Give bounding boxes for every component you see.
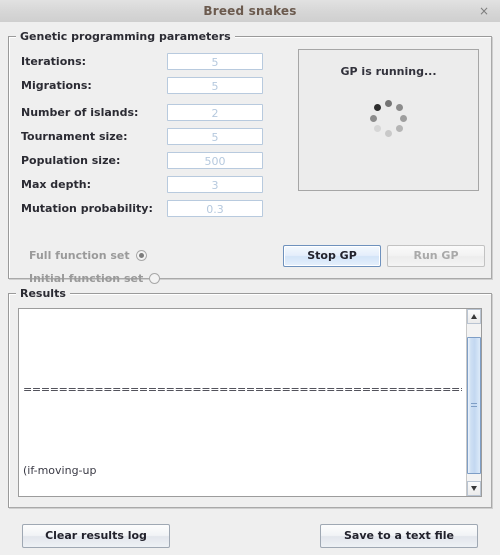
scrollbar-grip-icon — [471, 402, 477, 409]
gp-status-box: GP is running... — [298, 49, 479, 191]
parameter-fields-group: Iterations: 5 Migrations: 5 Number of is… — [21, 51, 291, 222]
spinner-dot — [395, 103, 403, 111]
max-depth-input[interactable]: 3 — [167, 176, 263, 193]
mutation-probability-input[interactable]: 0.3 — [167, 200, 263, 217]
param-label-mutation-probability: Mutation probability: — [21, 202, 153, 215]
radio-label-initial-function-set: Initial function set — [29, 271, 144, 285]
radio-label-full-function-set: Full function set — [29, 248, 130, 262]
results-panel: Results ================================… — [8, 287, 492, 508]
spinner-dot — [395, 125, 403, 133]
results-vertical-scrollbar[interactable] — [466, 309, 481, 496]
results-panel-legend: Results — [16, 287, 70, 300]
bottom-button-bar: Clear results log Save to a text file — [8, 524, 492, 548]
loading-spinner-icon — [369, 98, 409, 138]
radio-button-icon-full-function-set[interactable] — [135, 249, 147, 261]
spinner-dot — [374, 125, 382, 133]
radio-full-function-set[interactable]: Full function set — [29, 245, 160, 265]
scrollbar-thumb[interactable] — [467, 337, 481, 474]
save-to-text-file-button[interactable]: Save to a text file — [320, 524, 478, 548]
results-textarea[interactable]: ========================================… — [18, 308, 482, 497]
param-label-migrations: Migrations: — [21, 79, 92, 92]
log-blank-line — [23, 423, 462, 437]
param-row-migrations: Migrations: 5 — [21, 75, 291, 96]
function-set-radio-group: Full function set Initial function set — [29, 245, 161, 291]
spinner-dot — [385, 129, 392, 137]
param-label-iterations: Iterations: — [21, 55, 87, 68]
number-of-islands-input[interactable]: 2 — [167, 104, 263, 121]
run-gp-button: Run GP — [387, 245, 485, 267]
radio-button-icon-initial-function-set[interactable] — [149, 272, 161, 284]
log-separator-line: ========================================… — [23, 382, 462, 396]
param-row-iterations: Iterations: 5 — [21, 51, 291, 72]
param-label-number-of-islands: Number of islands: — [21, 106, 139, 119]
scroll-down-arrow-icon[interactable] — [467, 481, 481, 496]
stop-gp-button[interactable]: Stop GP — [283, 245, 381, 267]
gp-status-text: GP is running... — [340, 65, 437, 78]
param-row-tournament-size: Tournament size: 5 — [21, 126, 291, 147]
spinner-dot — [370, 114, 377, 122]
clear-results-log-button[interactable]: Clear results log — [22, 524, 170, 548]
close-icon[interactable]: × — [477, 4, 491, 18]
genetic-programming-parameters-panel: Genetic programming parameters Iteration… — [8, 30, 492, 285]
results-log-content[interactable]: ========================================… — [19, 309, 466, 496]
param-row-mutation-probability: Mutation probability: 0.3 — [21, 198, 291, 219]
param-row-number-of-islands: Number of islands: 2 — [21, 102, 291, 123]
param-label-tournament-size: Tournament size: — [21, 130, 128, 143]
radio-initial-function-set[interactable]: Initial function set — [29, 268, 161, 288]
window-titlebar: Breed snakes × — [0, 0, 500, 23]
tournament-size-input[interactable]: 5 — [167, 128, 263, 145]
log-line: (if-moving-up — [23, 463, 97, 477]
spinner-dot — [374, 103, 382, 111]
migrations-input[interactable]: 5 — [167, 77, 263, 94]
params-panel-legend: Genetic programming parameters — [16, 30, 235, 43]
param-row-population-size: Population size: 500 — [21, 150, 291, 171]
param-label-max-depth: Max depth: — [21, 178, 91, 191]
param-row-max-depth: Max depth: 3 — [21, 174, 291, 195]
population-size-input[interactable]: 500 — [167, 152, 263, 169]
iterations-input[interactable]: 5 — [167, 53, 263, 70]
window-body: Genetic programming parameters Iteration… — [0, 22, 500, 555]
spinner-dot — [400, 114, 407, 122]
scroll-up-arrow-icon[interactable] — [467, 309, 481, 324]
log-blank-line — [23, 342, 462, 356]
window-title: Breed snakes — [203, 4, 297, 18]
param-label-population-size: Population size: — [21, 154, 121, 167]
spinner-dot — [385, 99, 392, 107]
